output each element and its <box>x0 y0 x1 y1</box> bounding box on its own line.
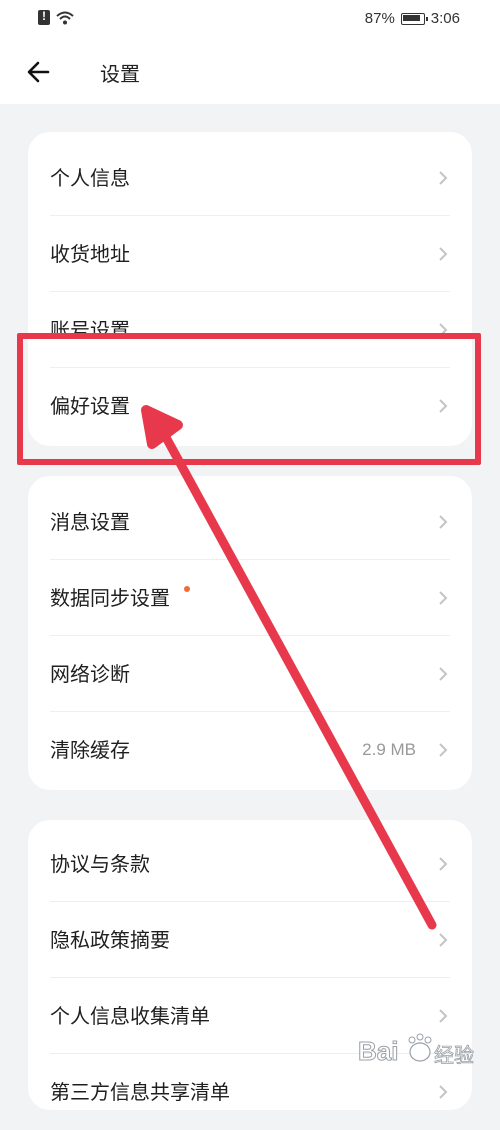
row-label: 网络诊断 <box>50 662 130 686</box>
status-bar: 87% 3:06 <box>0 0 500 38</box>
battery-percent: 87% <box>364 10 395 27</box>
clock: 3:06 <box>430 10 460 27</box>
chevron-right-icon <box>439 515 448 529</box>
row-label: 消息设置 <box>50 510 130 534</box>
row-message-settings[interactable]: 消息设置 <box>50 484 450 560</box>
battery-icon <box>400 12 428 25</box>
row-privacy-summary[interactable]: 隐私政策摘要 <box>50 902 450 978</box>
chevron-right-icon <box>439 591 448 605</box>
row-label: 隐私政策摘要 <box>50 928 170 952</box>
row-data-sync-settings[interactable]: 数据同步设置 <box>50 560 450 636</box>
row-label: 数据同步设置 <box>50 586 170 610</box>
sim-alert-icon <box>38 9 50 25</box>
watermark-logo: Bai 经验 <box>358 1026 488 1076</box>
page-title: 设置 <box>100 62 140 86</box>
chevron-right-icon <box>439 171 448 185</box>
settings-card-system: 消息设置 数据同步设置 网络诊断 清除缓存 2.9 MB <box>28 476 472 790</box>
svg-text:Bai: Bai <box>358 1036 398 1066</box>
svg-text:经验: 经验 <box>434 1043 474 1067</box>
row-label: 个人信息 <box>50 166 130 190</box>
row-label: 个人信息收集清单 <box>50 1004 210 1028</box>
row-label: 收货地址 <box>50 242 130 266</box>
cache-size: 2.9 MB <box>362 740 416 759</box>
chevron-right-icon <box>439 743 448 757</box>
chevron-right-icon <box>439 667 448 681</box>
highlight-box <box>17 333 481 465</box>
row-label: 协议与条款 <box>50 852 150 876</box>
status-left <box>38 9 74 25</box>
chevron-right-icon <box>439 857 448 871</box>
row-terms[interactable]: 协议与条款 <box>50 826 450 902</box>
row-personal-info[interactable]: 个人信息 <box>50 140 450 216</box>
chevron-right-icon <box>439 1085 448 1099</box>
wifi-icon <box>56 11 74 24</box>
app-header: 设置 <box>0 38 500 104</box>
row-clear-cache[interactable]: 清除缓存 2.9 MB <box>50 712 450 788</box>
row-shipping-address[interactable]: 收货地址 <box>50 216 450 292</box>
back-button[interactable] <box>24 58 54 86</box>
chevron-right-icon <box>439 247 448 261</box>
row-label: 第三方信息共享清单 <box>50 1080 230 1104</box>
chevron-right-icon <box>439 933 448 947</box>
back-arrow-icon <box>27 61 50 83</box>
baidu-paw-icon: Bai 经验 <box>358 1033 474 1067</box>
status-right: 87% 3:06 <box>365 10 460 27</box>
chevron-right-icon <box>439 1009 448 1023</box>
row-label: 清除缓存 <box>50 738 130 762</box>
notification-dot <box>184 586 190 592</box>
row-network-diagnosis[interactable]: 网络诊断 <box>50 636 450 712</box>
